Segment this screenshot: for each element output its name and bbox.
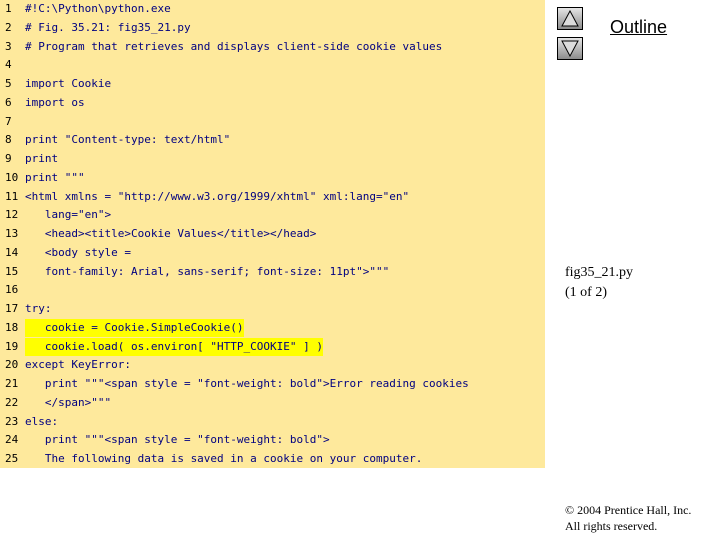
code-line: 14 <body style =: [0, 244, 545, 262]
line-number: 23: [5, 414, 19, 428]
line-number: 25: [5, 452, 19, 465]
line-number: 6: [5, 95, 12, 109]
code-text: print """: [25, 170, 85, 184]
triangle-up-icon: [561, 10, 579, 27]
line-number: 18: [5, 320, 19, 334]
code-line: 23 else:: [0, 413, 545, 431]
previous-slide-button[interactable]: [557, 7, 583, 30]
code-line: 11 <html xmlns = "http://www.w3.org/1999/…: [0, 188, 545, 206]
code-text: #!C:\Python\python.exe: [25, 2, 171, 15]
code-line: 15 font-family: Arial, sans-serif; font-…: [0, 263, 545, 281]
line-number: 11: [5, 189, 19, 203]
code-line: 25 The following data is saved in a cook…: [0, 450, 545, 468]
code-text: except KeyError:: [25, 358, 131, 372]
code-line: 20 except KeyError:: [0, 356, 545, 374]
copyright-notice: © 2004 Prentice Hall, Inc. All rights re…: [565, 502, 691, 534]
copyright-line-1: © 2004 Prentice Hall, Inc.: [565, 503, 692, 517]
line-number: 8: [5, 133, 12, 147]
line-number: 17: [5, 302, 19, 315]
code-line: 24 print """<span style = "font-weight: …: [0, 431, 545, 449]
next-slide-button[interactable]: [557, 37, 583, 60]
line-number: 19: [5, 339, 19, 353]
code-text: print """<span style = "font-weight: bol…: [25, 433, 330, 447]
outline-link[interactable]: Outline: [610, 17, 667, 38]
code-panel: 1 #!C:\Python\python.exe 2 # Fig. 35.21: fi…: [0, 0, 545, 468]
line-number: 15: [5, 264, 19, 278]
code-text: cookie.load( os.environ[ "HTTP_COOKIE" ]…: [25, 337, 324, 356]
triangle-down-icon: [561, 40, 579, 57]
line-number: 1: [5, 2, 12, 15]
code-line: 13 <head><title>Cookie Values</title></h…: [0, 225, 545, 243]
code-line: 8 print "Content-type: text/html": [0, 131, 545, 149]
code-text: print """<span style = "font-weight: bol…: [25, 377, 469, 390]
code-line: 10 print """: [0, 169, 545, 187]
line-number: 22: [5, 395, 19, 409]
code-text: print: [25, 152, 59, 165]
code-text: else:: [25, 414, 59, 428]
code-line: 19 cookie.load( os.environ[ "HTTP_COOKIE…: [0, 337, 545, 356]
code-text: cookie = Cookie.SimpleCookie(): [25, 318, 244, 337]
code-line: 1 #!C:\Python\python.exe: [0, 0, 545, 18]
code-line: 5 import Cookie: [0, 75, 545, 93]
line-number: 3: [5, 39, 12, 53]
code-text: </span>""": [25, 395, 112, 409]
code-line: 4: [0, 56, 545, 74]
copyright-line-2: All rights reserved.: [565, 519, 658, 533]
code-text: print "Content-type: text/html": [25, 133, 231, 147]
line-number: 13: [5, 227, 19, 240]
code-text: try:: [25, 302, 52, 315]
code-line: 18 cookie = Cookie.SimpleCookie(): [0, 318, 545, 337]
line-number: 24: [5, 433, 19, 447]
code-text: <head><title>Cookie Values</title></head…: [25, 227, 317, 240]
line-number: 20: [5, 358, 19, 372]
line-number: 2: [5, 20, 12, 34]
code-text: # Fig. 35.21: fig35_21.py: [25, 20, 191, 34]
code-text: import os: [25, 95, 85, 109]
line-number: 14: [5, 245, 19, 259]
line-number: 10: [5, 170, 19, 184]
code-line: 7: [0, 113, 545, 131]
line-number: 21: [5, 377, 19, 390]
file-name: fig35_21.py: [565, 265, 634, 280]
code-line: 21 print """<span style = "font-weight: …: [0, 375, 545, 393]
code-text: <html xmlns = "http://www.w3.org/1999/xh…: [25, 189, 410, 203]
code-line: 6 import os: [0, 94, 545, 112]
code-text: The following data is saved in a cookie …: [25, 452, 423, 465]
code-line: 3 # Program that retrieves and displays c…: [0, 38, 545, 56]
code-line: 16: [0, 281, 545, 299]
page-indicator: (1 of 2): [565, 285, 607, 300]
code-text: import Cookie: [25, 77, 112, 90]
line-number: 4: [5, 58, 12, 72]
code-line: 22 </span>""": [0, 394, 545, 412]
line-number: 5: [5, 77, 12, 90]
line-number: 16: [5, 283, 19, 297]
code-text: font-family: Arial, sans-serif; font-siz…: [25, 264, 390, 278]
line-number: 9: [5, 152, 12, 165]
code-text: <body style =: [25, 245, 131, 259]
code-line: 17 try:: [0, 300, 545, 318]
file-label: fig35_21.py (1 of 2): [565, 263, 633, 303]
code-text: # Program that retrieves and displays cl…: [25, 39, 443, 53]
code-text: lang="en">: [25, 208, 112, 222]
line-number: 12: [5, 208, 19, 222]
code-line: 12 lang="en">: [0, 206, 545, 224]
code-line: 2 # Fig. 35.21: fig35_21.py: [0, 19, 545, 37]
code-line: 9 print: [0, 150, 545, 168]
line-number: 7: [5, 114, 12, 128]
